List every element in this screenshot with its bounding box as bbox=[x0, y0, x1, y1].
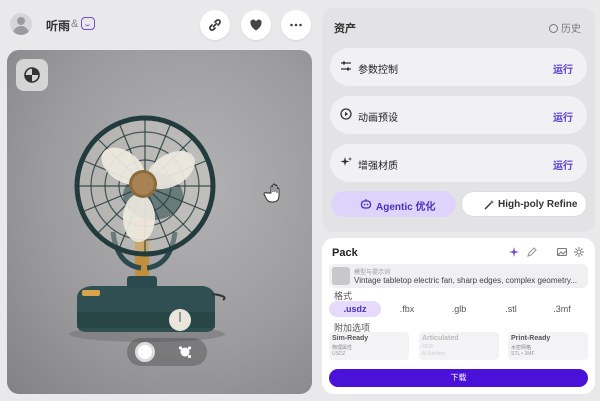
magic-wand-icon bbox=[484, 200, 494, 210]
row-animation-preset[interactable]: 动画预设 运行 bbox=[330, 96, 587, 134]
more-button[interactable] bbox=[281, 10, 311, 40]
format-selector: .usdz .fbx .glb .stl .3mf bbox=[329, 301, 588, 317]
row-enhance-material[interactable]: 增强材质 运行 bbox=[330, 144, 587, 182]
clock-icon bbox=[549, 24, 558, 33]
settings-icon[interactable] bbox=[573, 246, 585, 258]
row-label: 增强材质 bbox=[358, 161, 398, 172]
play-icon bbox=[340, 108, 352, 120]
row-param-control[interactable]: 参数控制 运行 bbox=[330, 48, 587, 86]
option-print-ready[interactable]: Print-Ready 水密网格 STL • 3MF bbox=[508, 332, 588, 360]
sparkle-icon bbox=[340, 157, 352, 166]
run-button[interactable]: 运行 bbox=[553, 157, 573, 172]
option-sim-ready[interactable]: Sim-Ready 物理属性 USDZ bbox=[329, 332, 409, 360]
download-button[interactable]: 下载 bbox=[329, 369, 588, 387]
avatar[interactable] bbox=[10, 13, 32, 35]
agentic-label: Agentic 优化 bbox=[376, 202, 436, 213]
edit-icon[interactable] bbox=[526, 246, 538, 258]
texture-icon[interactable] bbox=[177, 344, 193, 360]
model-viewport[interactable] bbox=[7, 50, 312, 394]
sliders-icon bbox=[341, 61, 351, 71]
favorite-button[interactable] bbox=[241, 10, 271, 40]
agent-icon bbox=[360, 199, 372, 209]
display-mode-button[interactable] bbox=[16, 59, 48, 91]
render-mode-toggle[interactable] bbox=[127, 338, 207, 366]
pack-card: Pack 模型与提示词 Vintage tabletop electric fa… bbox=[322, 238, 595, 394]
more-icon bbox=[290, 23, 302, 27]
model-thumbnail bbox=[332, 267, 350, 285]
prompt-field[interactable]: 模型与提示词 Vintage tabletop electric fan, sh… bbox=[329, 264, 588, 288]
assets-title: 资产 bbox=[334, 23, 356, 35]
solid-mode-knob[interactable] bbox=[135, 342, 155, 362]
format-fbx[interactable]: .fbx bbox=[381, 301, 433, 317]
prompt-tag: 模型与提示词 bbox=[354, 270, 391, 276]
run-button[interactable]: 运行 bbox=[553, 109, 573, 124]
format-3mf[interactable]: .3mf bbox=[536, 301, 588, 317]
link-button[interactable] bbox=[200, 10, 230, 40]
separator: & bbox=[71, 18, 79, 30]
pack-title: Pack bbox=[332, 247, 358, 259]
brand-icon[interactable] bbox=[81, 17, 95, 30]
image-icon[interactable] bbox=[556, 246, 568, 258]
top-bar: 听雨 & bbox=[0, 0, 322, 50]
link-icon bbox=[209, 19, 221, 31]
format-glb[interactable]: .glb bbox=[433, 301, 485, 317]
history-button[interactable]: 历史 bbox=[549, 20, 581, 35]
prompt-text: Vintage tabletop electric fan, sharp edg… bbox=[354, 276, 577, 285]
option-articulated: Articulated OCR AI Kitchen bbox=[419, 332, 499, 360]
agentic-optimize-button[interactable]: Agentic 优化 bbox=[331, 191, 456, 217]
sparkle-icon[interactable] bbox=[508, 246, 520, 258]
run-button[interactable]: 运行 bbox=[553, 61, 573, 76]
heart-icon bbox=[250, 19, 262, 31]
username: 听雨 bbox=[46, 19, 71, 33]
highpoly-refine-button[interactable]: High-poly Refine bbox=[461, 191, 587, 217]
highpoly-label: High-poly Refine bbox=[498, 199, 578, 210]
row-label: 参数控制 bbox=[358, 65, 398, 76]
display-mode-icon bbox=[24, 67, 40, 83]
format-usdz[interactable]: .usdz bbox=[329, 301, 381, 317]
row-label: 动画预设 bbox=[358, 113, 398, 124]
format-stl[interactable]: .stl bbox=[485, 301, 537, 317]
